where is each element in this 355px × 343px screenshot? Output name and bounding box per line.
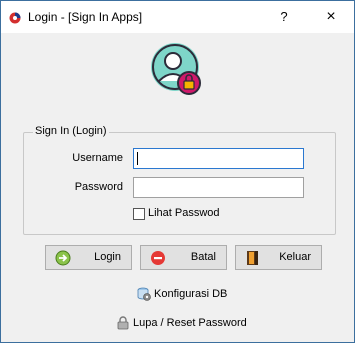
password-label: Password [74,181,123,193]
show-password-checkbox[interactable] [133,208,145,220]
app-logo-icon [9,12,21,24]
database-settings-icon [137,287,151,301]
db-config-label: Konfigurasi DB [154,288,228,300]
login-label: Login [94,251,121,263]
cancel-button[interactable]: Batal [140,245,227,270]
lock-icon [117,316,129,330]
username-input[interactable] [133,148,304,169]
title-bar: Login - [Sign In Apps] ? × [1,1,354,33]
db-config-link[interactable]: Konfigurasi DB [137,287,227,301]
user-lock-icon [151,43,201,95]
login-button[interactable]: Login [45,245,132,270]
help-button[interactable]: ? [269,5,299,29]
cancel-label: Batal [190,251,216,263]
exit-button[interactable]: Keluar [235,245,322,270]
show-password-label[interactable]: Lihat Passwod [148,207,220,219]
reset-password-label: Lupa / Reset Password [133,317,247,329]
username-label: Username [72,152,123,164]
login-dialog: Login - [Sign In Apps] ? × Sign In (Logi… [0,0,355,343]
close-button[interactable]: × [316,5,346,29]
window-title: Login - [Sign In Apps] [28,10,143,24]
password-input[interactable] [133,177,304,198]
reset-password-link[interactable]: Lupa / Reset Password [116,316,247,330]
group-title: Sign In (Login) [33,125,109,137]
text-caret [137,152,138,165]
exit-label: Keluar [279,251,311,263]
